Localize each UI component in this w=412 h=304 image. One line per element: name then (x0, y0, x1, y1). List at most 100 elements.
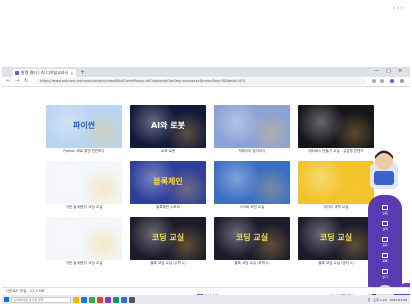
side-menu-item[interactable]: 닫기 (374, 269, 396, 279)
side-menu-item[interactable]: 목록 (374, 253, 396, 263)
floating-side-menu: 모음검색공유목록닫기 (368, 195, 402, 299)
menu-item-label: 목록 (382, 259, 388, 263)
browser-window: 발열 필터 | AI 디지털교과서 × + — □ × ← → ↻ https:… (2, 67, 410, 304)
card-thumbnail[interactable] (214, 105, 290, 148)
page-content: 파이썬 Python 바로 알면 만만하다 AI와 로봇 AI와 로봇 빅데이터 분석하… (2, 87, 410, 304)
card-caption[interactable]: 이런 걸 배운다 코딩 교실 (46, 261, 122, 266)
card-thumbnail[interactable] (46, 217, 122, 260)
card-caption[interactable]: 메타버스 만들기 교실 - 실감형 콘텐츠 (298, 149, 374, 154)
menu-item-icon (382, 205, 388, 210)
thumbnail-art (46, 161, 122, 204)
side-menu-item[interactable]: 공유 (374, 237, 396, 247)
thumbnail-art (298, 161, 374, 204)
card-thumbnail[interactable] (298, 161, 374, 204)
tab-active[interactable]: 발열 필터 | AI 디지털교과서 × (12, 69, 76, 77)
card-caption[interactable]: 블록 코딩 교실 (수학 2) (130, 261, 206, 266)
card-caption[interactable]: AI와 로봇 (130, 149, 206, 154)
page-more-dots: ··· (392, 4, 404, 14)
card-thumbnail[interactable]: 코딩 교실 (214, 217, 290, 260)
clock-date[interactable]: 2023-03-08 (390, 298, 407, 302)
content-card[interactable]: 데이터 과학 교실 (298, 161, 374, 216)
content-card[interactable]: 파이썬 Python 바로 알면 만만하다 (46, 105, 122, 160)
card-caption[interactable]: 사이버 보안 교실 (214, 205, 290, 210)
thumbnail-art (298, 105, 374, 148)
content-card[interactable]: 블록체인블록체인 스토리 (130, 161, 206, 216)
app-icon[interactable] (129, 296, 135, 303)
tab-close-icon[interactable]: × (70, 71, 73, 76)
thumbnail-title: 블록체인 (153, 177, 183, 186)
thumbnail-title: 코딩 교실 (319, 233, 353, 242)
card-thumbnail[interactable] (298, 105, 374, 148)
chrome-icon[interactable] (89, 296, 95, 303)
content-card[interactable]: 이런 걸 배운다 코딩 교실 (46, 217, 122, 272)
maximize-button[interactable]: □ (386, 68, 391, 75)
content-card[interactable]: 메타버스 만들기 교실 - 실감형 콘텐츠 (298, 105, 374, 160)
file-explorer-icon[interactable] (73, 296, 79, 303)
card-caption[interactable]: 데이터 과학 교실 (298, 205, 374, 210)
app-icon[interactable] (105, 296, 111, 303)
content-card[interactable]: 이런 걸 배운다 코딩 교실 (46, 161, 122, 216)
side-menu-item[interactable]: 검색 (374, 221, 396, 231)
content-card[interactable]: 사이버 보안 교실 (214, 161, 290, 216)
back-button[interactable]: ← (6, 78, 10, 85)
start-icon[interactable] (4, 297, 9, 302)
profile-icon[interactable] (390, 79, 394, 83)
system-tray: 한 오후 1:23 2023-03-08 (368, 298, 410, 302)
card-caption[interactable]: 블록체인 스토리 (130, 205, 206, 210)
content-card[interactable]: 코딩 교실블록 코딩 교실 (과학 2) (214, 217, 290, 272)
card-thumbnail[interactable]: 파이썬 (46, 105, 122, 148)
card-caption[interactable]: 이런 걸 배운다 코딩 교실 (46, 205, 122, 210)
menu-item-label: 공유 (382, 243, 388, 247)
menu-item-label: 모음 (382, 211, 388, 215)
app-icon[interactable] (113, 296, 119, 303)
app-icon[interactable] (121, 296, 127, 303)
card-thumbnail[interactable] (46, 161, 122, 204)
navigation-bar: ← → ↻ https://www.edunet.net/nedu/contsv… (2, 77, 410, 87)
thumbnail-title: 파이썬 (72, 121, 96, 130)
card-caption[interactable]: Python 바로 알면 만만하다 (46, 149, 122, 154)
new-tab-button[interactable]: + (80, 69, 85, 77)
taskbar-search-input[interactable]: 검색하려면 여기에 입력 (11, 296, 71, 303)
card-thumbnail[interactable] (214, 161, 290, 204)
browser-menu-icon[interactable] (400, 79, 404, 83)
content-card[interactable]: AI와 로봇 AI와 로봇 (130, 105, 206, 160)
clock-time[interactable]: 오후 1:23 (373, 298, 386, 302)
reload-button[interactable]: ↻ (24, 78, 28, 85)
language-indicator[interactable]: 한 (368, 298, 371, 302)
side-menu-item[interactable]: 모음 (374, 205, 396, 215)
card-caption[interactable]: 블록 코딩 교실 (영어 2) (298, 261, 374, 266)
downloads-bar[interactable]: 다운로드 파일 - 12.3 MB (2, 287, 410, 294)
card-thumbnail[interactable]: 블록체인 (130, 161, 206, 204)
menu-item-icon (382, 253, 388, 258)
forward-button[interactable]: → (15, 78, 19, 85)
content-card[interactable]: 코딩 교실블록 코딩 교실 (영어 2) (298, 217, 374, 272)
card-caption[interactable]: 블록 코딩 교실 (과학 2) (214, 261, 290, 266)
menu-item-label: 닫기 (382, 275, 388, 279)
menu-item-icon (382, 221, 388, 226)
app-icon[interactable] (97, 296, 103, 303)
menu-item-label: 검색 (382, 227, 388, 231)
card-thumbnail[interactable]: 코딩 교실 (298, 217, 374, 260)
edge-icon[interactable] (81, 296, 87, 303)
thumbnail-art (46, 217, 122, 260)
extension-icon[interactable] (380, 79, 384, 83)
thumbnail-title: AI와 로봇 (150, 121, 186, 130)
close-window-button[interactable]: × (398, 68, 402, 75)
address-bar[interactable]: https://www.edunet.net/nedu/contsvc/view… (36, 78, 366, 85)
content-card[interactable]: 코딩 교실 블록 코딩 교실 (수학 2) (130, 217, 206, 272)
content-card[interactable]: 빅데이터 분석하기 (214, 105, 290, 160)
thumbnail-title: 코딩 교실 (235, 233, 269, 242)
ai-tutor-avatar[interactable] (368, 147, 400, 191)
card-caption[interactable]: 빅데이터 분석하기 (214, 149, 290, 154)
favicon-icon (15, 71, 19, 75)
card-thumbnail[interactable]: AI와 로봇 (130, 105, 206, 148)
avatar-icon (370, 150, 398, 189)
menu-item-icon (382, 237, 388, 242)
tab-title: 발열 필터 | AI 디지털교과서 (21, 70, 69, 75)
minimize-button[interactable]: — (374, 68, 379, 75)
windows-taskbar: 검색하려면 여기에 입력 한 오후 1:23 2023-03-08 (2, 295, 410, 304)
thumbnail-art (214, 105, 290, 148)
extension-icon[interactable] (372, 79, 376, 83)
card-thumbnail[interactable]: 코딩 교실 (130, 217, 206, 260)
tab-bar: 발열 필터 | AI 디지털교과서 × + — □ × (2, 67, 410, 77)
